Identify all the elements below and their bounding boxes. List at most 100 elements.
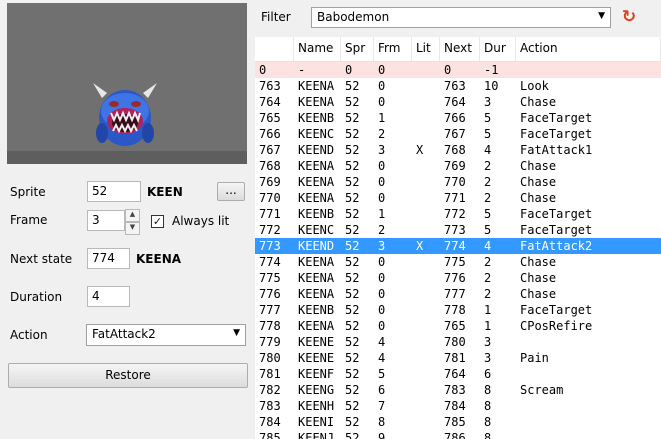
- table-cell: 1: [378, 111, 386, 125]
- table-cell: Pain: [520, 351, 549, 365]
- frame-input[interactable]: 3: [87, 210, 125, 231]
- table-cell: 8: [484, 415, 492, 429]
- column-header[interactable]: Dur: [480, 37, 516, 61]
- table-row[interactable]: 779 KEENE 52 4 780 3: [255, 334, 661, 350]
- table-cell: 781: [259, 367, 281, 381]
- filter-select-value: Babodemon: [317, 10, 390, 24]
- table-row[interactable]: 769 KEENA 52 0 770 2 Chase: [255, 174, 661, 190]
- states-table: Name Spr Frm Lit Next Dur Action 0-0 0 0 -1 763 KEE…: [255, 37, 661, 439]
- table-cell: 52: [345, 143, 360, 157]
- table-cell: -: [298, 63, 306, 77]
- sprite-input[interactable]: 52: [87, 181, 141, 202]
- table-row[interactable]: 784 KEENI 52 8 785 8: [255, 414, 661, 430]
- table-cell: 778: [259, 319, 281, 333]
- table-row[interactable]: 781 KEENF 52 5 764 6: [255, 366, 661, 382]
- table-cell: 766: [259, 127, 281, 141]
- always-lit-checkbox[interactable]: ✓: [151, 215, 164, 228]
- table-row[interactable]: 785 KEENJ 52 9 786 8: [255, 430, 661, 439]
- table-row[interactable]: 783 KEENH 52 7 784 8: [255, 398, 661, 414]
- monster-sprite: [93, 83, 157, 146]
- table-cell: 8: [484, 431, 492, 439]
- table-cell: [412, 366, 440, 382]
- sprite-name: KEEN: [147, 185, 183, 199]
- table-cell: 52: [345, 207, 360, 221]
- table-cell: 2: [484, 287, 492, 301]
- table-cell: [412, 414, 440, 430]
- action-select[interactable]: FatAttack2 ▼: [86, 324, 246, 346]
- browse-sprite-button[interactable]: ...: [217, 182, 245, 201]
- table-cell: 10: [484, 79, 499, 93]
- column-header[interactable]: Name: [294, 37, 341, 61]
- table-cell: 52: [345, 335, 360, 349]
- table-cell: Chase: [520, 175, 557, 189]
- table-cell: 52: [345, 79, 360, 93]
- table-cell: 780: [444, 335, 466, 349]
- table-cell: KEENA: [298, 95, 335, 109]
- column-header[interactable]: Lit: [412, 37, 440, 61]
- spin-up-icon[interactable]: ▲: [125, 209, 140, 222]
- table-cell: 764: [259, 95, 281, 109]
- table-row[interactable]: 770 KEENA 52 0 771 2 Chase: [255, 190, 661, 206]
- table-cell: 4: [484, 143, 492, 157]
- table-row[interactable]: 780 KEENE 52 4 781 3 Pain: [255, 350, 661, 366]
- table-row[interactable]: 773 KEEND 52 3 X 774 4 FatAttack2: [255, 238, 661, 254]
- frame-stepper[interactable]: ▲ ▼: [125, 209, 140, 235]
- table-cell: 52: [345, 271, 360, 285]
- table-cell: 0: [378, 175, 386, 189]
- table-cell: [516, 334, 661, 350]
- table-cell: [516, 62, 661, 78]
- table-row[interactable]: 767 KEEND 52 3 X 768 4 FatAttack1: [255, 142, 661, 158]
- column-header[interactable]: Next: [440, 37, 480, 61]
- table-row[interactable]: 763 KEENA 52 0 763 10 Look: [255, 78, 661, 94]
- table-cell: 52: [345, 255, 360, 269]
- table-cell: 6: [484, 367, 492, 381]
- table-cell: 770: [259, 191, 281, 205]
- table-cell: 776: [259, 287, 281, 301]
- table-cell: Scream: [520, 383, 564, 397]
- table-row[interactable]: 768 KEENA 52 0 769 2 Chase: [255, 158, 661, 174]
- table-cell: KEENB: [298, 303, 335, 317]
- chevron-down-icon: ▼: [233, 328, 240, 338]
- table-cell: 52: [345, 287, 360, 301]
- column-header[interactable]: Action: [516, 37, 661, 61]
- restore-button[interactable]: Restore: [8, 363, 248, 388]
- duration-input[interactable]: 4: [87, 286, 130, 307]
- column-header[interactable]: Frm: [374, 37, 412, 61]
- table-cell: KEENC: [298, 127, 335, 141]
- table-cell: KEENA: [298, 79, 335, 93]
- table-cell: KEENF: [298, 367, 335, 381]
- table-row[interactable]: 772 KEENC 52 2 773 5 FaceTarget: [255, 222, 661, 238]
- table-row[interactable]: 771 KEENB 52 1 772 5 FaceTarget: [255, 206, 661, 222]
- next-state-input[interactable]: 774: [87, 248, 130, 269]
- table-cell: 0: [378, 191, 386, 205]
- table-cell: 764: [444, 367, 466, 381]
- column-header[interactable]: Spr: [341, 37, 374, 61]
- table-row[interactable]: 766 KEENC 52 2 767 5 FaceTarget: [255, 126, 661, 142]
- table-cell: [412, 350, 440, 366]
- table-row[interactable]: 776 KEENA 52 0 777 2 Chase: [255, 286, 661, 302]
- table-cell: 4: [378, 351, 386, 365]
- spin-down-icon[interactable]: ▼: [125, 222, 140, 235]
- table-cell: 0: [378, 95, 386, 109]
- table-row[interactable]: 782 KEENG 52 6 783 8 Scream: [255, 382, 661, 398]
- table-row[interactable]: 0 - 0 0 0 -1: [255, 62, 661, 78]
- table-cell: FaceTarget: [520, 207, 593, 221]
- table-cell: 2: [378, 223, 386, 237]
- table-cell: 0: [378, 319, 386, 333]
- table-row[interactable]: 778 KEENA 52 0 765 1 CPosRefire: [255, 318, 661, 334]
- table-row[interactable]: 777 KEENB 52 0 778 1 FaceTarget: [255, 302, 661, 318]
- table-row[interactable]: 775 KEENA 52 0 776 2 Chase: [255, 270, 661, 286]
- table-cell: KEENA: [298, 287, 335, 301]
- table-cell: Chase: [520, 271, 557, 285]
- sprite-preview: [7, 3, 247, 164]
- table-row[interactable]: 765 KEENB 52 1 766 5 FaceTarget: [255, 110, 661, 126]
- table-cell: [412, 398, 440, 414]
- table-row[interactable]: 774 KEENA 52 0 775 2 Chase: [255, 254, 661, 270]
- refresh-icon[interactable]: ↻: [619, 8, 639, 28]
- table-row[interactable]: 764 KEENA 52 0 764 3 Chase: [255, 94, 661, 110]
- filter-select[interactable]: Babodemon ▼: [311, 7, 611, 28]
- table-cell: 2: [484, 271, 492, 285]
- column-header[interactable]: [255, 37, 294, 61]
- table-cell: KEENA: [298, 175, 335, 189]
- table-cell: 5: [484, 111, 492, 125]
